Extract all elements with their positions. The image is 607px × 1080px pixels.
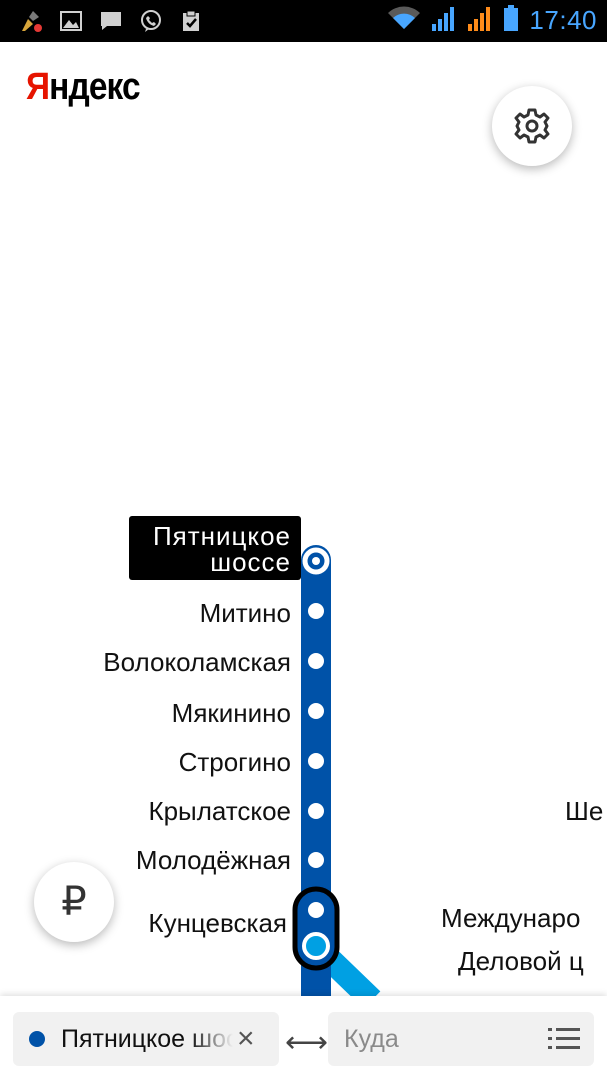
selected-station-callout[interactable]: Пятницкое шоссе bbox=[129, 516, 301, 580]
notification-icons bbox=[18, 8, 204, 34]
wifi-icon bbox=[387, 5, 421, 36]
station-label[interactable]: Крылатское bbox=[148, 796, 291, 826]
from-value[interactable]: Пятницкое шоссе bbox=[61, 1025, 233, 1054]
station-label[interactable]: Междунаро bbox=[441, 903, 580, 933]
from-field[interactable]: Пятницкое шоссе × bbox=[13, 1012, 279, 1066]
swap-icon[interactable]: ⟷ bbox=[285, 1025, 328, 1060]
image-icon bbox=[58, 8, 84, 34]
to-input[interactable] bbox=[342, 1023, 546, 1055]
station-label[interactable]: Деловой ц bbox=[458, 946, 584, 976]
viber-icon bbox=[138, 8, 164, 34]
station-marker[interactable] bbox=[308, 852, 324, 868]
station-marker[interactable] bbox=[308, 653, 324, 669]
clear-icon[interactable]: × bbox=[237, 1022, 255, 1056]
signal-icon bbox=[431, 4, 457, 37]
fare-button[interactable]: ₽ bbox=[34, 862, 114, 942]
clipboard-check-icon bbox=[178, 8, 204, 34]
battery-icon bbox=[503, 4, 519, 37]
station-marker-pyatnitskoe-center bbox=[312, 557, 320, 565]
system-icons: 17:40 bbox=[387, 4, 597, 37]
station-label[interactable]: Волоколамская bbox=[103, 647, 291, 677]
line-color-dot bbox=[29, 1031, 45, 1047]
station-marker-line-2[interactable] bbox=[302, 932, 330, 960]
station-marker[interactable] bbox=[308, 753, 324, 769]
station-label[interactable]: Кунцевская bbox=[148, 908, 287, 938]
station-marker[interactable] bbox=[308, 603, 324, 619]
station-marker[interactable] bbox=[308, 703, 324, 719]
list-icon[interactable] bbox=[548, 1026, 580, 1057]
message-icon bbox=[98, 8, 124, 34]
callout-line-2: шоссе bbox=[210, 547, 291, 577]
station-label[interactable]: Строгино bbox=[179, 747, 291, 777]
station-label[interactable]: Ше bbox=[565, 796, 603, 826]
station-label[interactable]: Митино bbox=[200, 598, 291, 628]
clock: 17:40 bbox=[529, 5, 597, 35]
status-bar: 17:40 bbox=[0, 0, 607, 42]
ruble-icon: ₽ bbox=[61, 879, 87, 925]
callout-line-1: Пятницкое bbox=[152, 521, 291, 551]
to-field[interactable] bbox=[328, 1012, 594, 1066]
station-marker[interactable] bbox=[308, 803, 324, 819]
station-marker[interactable] bbox=[308, 902, 324, 918]
signal-icon bbox=[467, 4, 493, 37]
broom-icon bbox=[18, 8, 44, 34]
metro-map[interactable]: Митино Волоколамская Мякинино Строгино К… bbox=[0, 42, 607, 996]
station-label[interactable]: Молодёжная bbox=[136, 845, 291, 875]
station-label[interactable]: Мякинино bbox=[172, 698, 291, 728]
